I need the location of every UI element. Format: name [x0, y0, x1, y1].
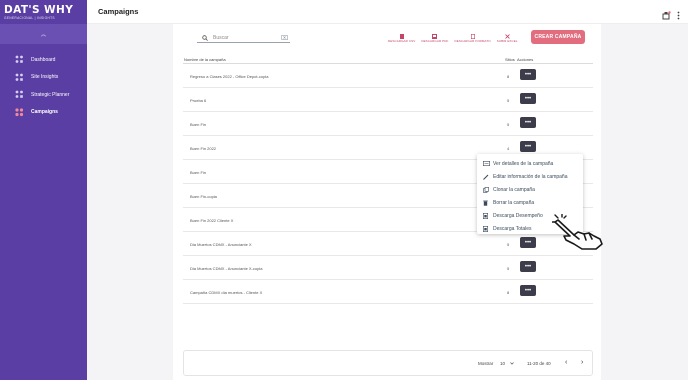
campaign-name: Dia Muertos CDMX - Anunciante X: [190, 242, 252, 247]
pencil-icon: [483, 174, 490, 180]
row-actions-button[interactable]: •••: [520, 285, 536, 296]
page-title: Campaigns: [98, 7, 139, 16]
campaign-name: Buen Fin 2022: [190, 146, 217, 151]
table-row: Campaña CDMX día muertos - Cliente X 8 •••: [183, 280, 593, 304]
content-area: Buscar DESCARGAR CSV DESCARGAR PDF DESCA…: [87, 24, 688, 380]
sidebar-item-site-insights[interactable]: Site Insights: [0, 69, 87, 87]
upload-excel-button[interactable]: SUBIR EXCEL: [497, 33, 518, 43]
campaign-name: Buen Fin 2022 Cliente X: [190, 218, 234, 223]
logo-sub: GENERACIONAL | INSIGHTS: [4, 16, 55, 20]
table-row: Dia Muertos CDMX - Anunciante X-copia 5 ••…: [183, 256, 593, 280]
collapse-toggle[interactable]: ︽: [0, 24, 87, 44]
campaign-name: Prueba 6: [190, 98, 207, 103]
menu-item-label: Descarga Totales: [493, 225, 532, 232]
grid-icon: [15, 73, 24, 82]
download-format-button[interactable]: DESCARGAR FORMATO: [454, 33, 491, 43]
download-icon: [483, 225, 490, 232]
menu-item-view-details[interactable]: Ver detalles de la campaña: [477, 157, 583, 170]
menu-item-label: Clonar la campaña: [493, 186, 535, 193]
download-pdf-button[interactable]: DESCARGAR PDF: [421, 33, 448, 43]
copy-icon: [483, 186, 490, 193]
trash-icon: [483, 200, 490, 206]
details-icon: [483, 161, 490, 166]
grid-icon: [15, 108, 24, 117]
menu-item-label: Editar información de la campaña: [493, 173, 568, 180]
campaign-name: Buen Fin-copia: [190, 194, 217, 199]
sidebar-item-label: Campaigns: [31, 109, 58, 116]
grid-icon: [15, 90, 24, 99]
menu-item-edit[interactable]: Editar información de la campaña: [477, 170, 583, 183]
page-size-value: 10: [500, 361, 506, 366]
search-icon: [202, 34, 208, 41]
campaign-name: Campaña CDMX día muertos - Cliente X: [190, 290, 263, 295]
next-page-button[interactable]: ›: [581, 359, 583, 366]
download-icon: [483, 212, 490, 219]
campaign-sites: 4: [507, 146, 510, 151]
table-header: Nombre de la campaña Sitios Acciones: [183, 57, 593, 64]
campaign-sites: 8: [507, 290, 510, 295]
menu-item-label: Ver detalles de la campaña: [493, 160, 554, 167]
page-size-select[interactable]: 10: [500, 360, 514, 367]
campaign-name: Buen Fin: [190, 170, 207, 175]
search-placeholder: Buscar: [213, 34, 229, 41]
search-input[interactable]: Buscar: [197, 33, 290, 43]
campaign-sites: 5: [507, 122, 510, 127]
upload-excel-label: SUBIR EXCEL: [496, 39, 518, 43]
table-row: Regreso a Clases 2022 - Office Depot-cop…: [183, 64, 593, 88]
sidebar-item-strategic-planner[interactable]: Strategic Planner: [0, 86, 87, 104]
menu-item-clone[interactable]: Clonar la campaña: [477, 183, 583, 196]
table-row: Prueba 6 5 •••: [183, 88, 593, 112]
campaign-sites: 5: [507, 98, 510, 103]
download-pdf-label: DESCARGAR PDF: [421, 39, 449, 43]
toolbar-actions: DESCARGAR CSV DESCARGAR PDF DESCARGAR FO…: [388, 30, 518, 46]
campaign-sites: 8: [507, 74, 510, 79]
sidebar-item-label: Dashboard: [31, 56, 56, 63]
download-format-label: DESCARGAR FORMATO: [454, 39, 491, 43]
header-sites: Sitios: [505, 57, 515, 62]
campaign-sites: 5: [507, 242, 510, 247]
row-actions-button[interactable]: •••: [520, 69, 536, 80]
logo: DAT'S WHY GENERACIONAL | INSIGHTS: [0, 0, 87, 24]
campaign-name: Dia Muertos CDMX - Anunciante X-copia: [190, 266, 263, 271]
chevrons-up-icon: ︽: [40, 31, 46, 38]
row-actions-button[interactable]: •••: [520, 117, 536, 128]
sidebar: DAT'S WHY GENERACIONAL | INSIGHTS ︽ Dash…: [0, 0, 87, 380]
download-csv-label: DESCARGAR CSV: [388, 39, 416, 43]
sidebar-item-label: Site Insights: [31, 74, 59, 81]
logo-main: DAT'S WHY: [4, 4, 74, 16]
hand-pointer-icon: [552, 214, 603, 250]
clear-icon[interactable]: [281, 35, 288, 40]
prev-page-button[interactable]: ‹: [565, 359, 567, 366]
table-row: Dia Muertos CDMX - Anunciante X 5 •••: [183, 232, 593, 256]
create-campaign-button[interactable]: CREAR CAMPAÑA: [531, 30, 585, 44]
campaign-name: Buen Fin: [190, 122, 207, 127]
campaign-name: Regreso a Clases 2022 - Office Depot-cop…: [190, 74, 269, 79]
more-vert-icon[interactable]: [677, 7, 680, 25]
table-row: Buen Fin 5 •••: [183, 112, 593, 136]
sidebar-item-campaigns[interactable]: Campaigns: [0, 104, 87, 122]
chevron-down-icon: [510, 361, 514, 366]
row-actions-button[interactable]: •••: [520, 261, 536, 272]
row-actions-button[interactable]: •••: [520, 93, 536, 104]
menu-item-label: Descarga Desempeño: [493, 212, 543, 219]
row-actions-button[interactable]: •••: [520, 237, 536, 248]
show-label: Mostrar: [478, 361, 494, 366]
grid-icon: [15, 55, 24, 64]
row-actions-button[interactable]: •••: [520, 141, 536, 152]
sidebar-item-label: Strategic Planner: [31, 91, 70, 98]
pagination: Mostrar 10 11-20 de 40 ‹ ›: [183, 350, 593, 376]
top-bar: Campaigns: [87, 0, 688, 24]
campaign-sites: 5: [507, 266, 510, 271]
download-csv-button[interactable]: DESCARGAR CSV: [388, 33, 415, 43]
menu-item-delete[interactable]: Borrar la campaña: [477, 196, 583, 209]
header-name: Nombre de la campaña: [184, 57, 226, 62]
header-actions: Acciones: [517, 57, 534, 62]
top-icons: [662, 7, 680, 25]
sidebar-item-dashboard[interactable]: Dashboard: [0, 51, 87, 69]
notification-icon[interactable]: [662, 7, 671, 25]
menu-item-label: Borrar la campaña: [493, 199, 535, 206]
page-range: 11-20 de 40: [527, 361, 551, 366]
